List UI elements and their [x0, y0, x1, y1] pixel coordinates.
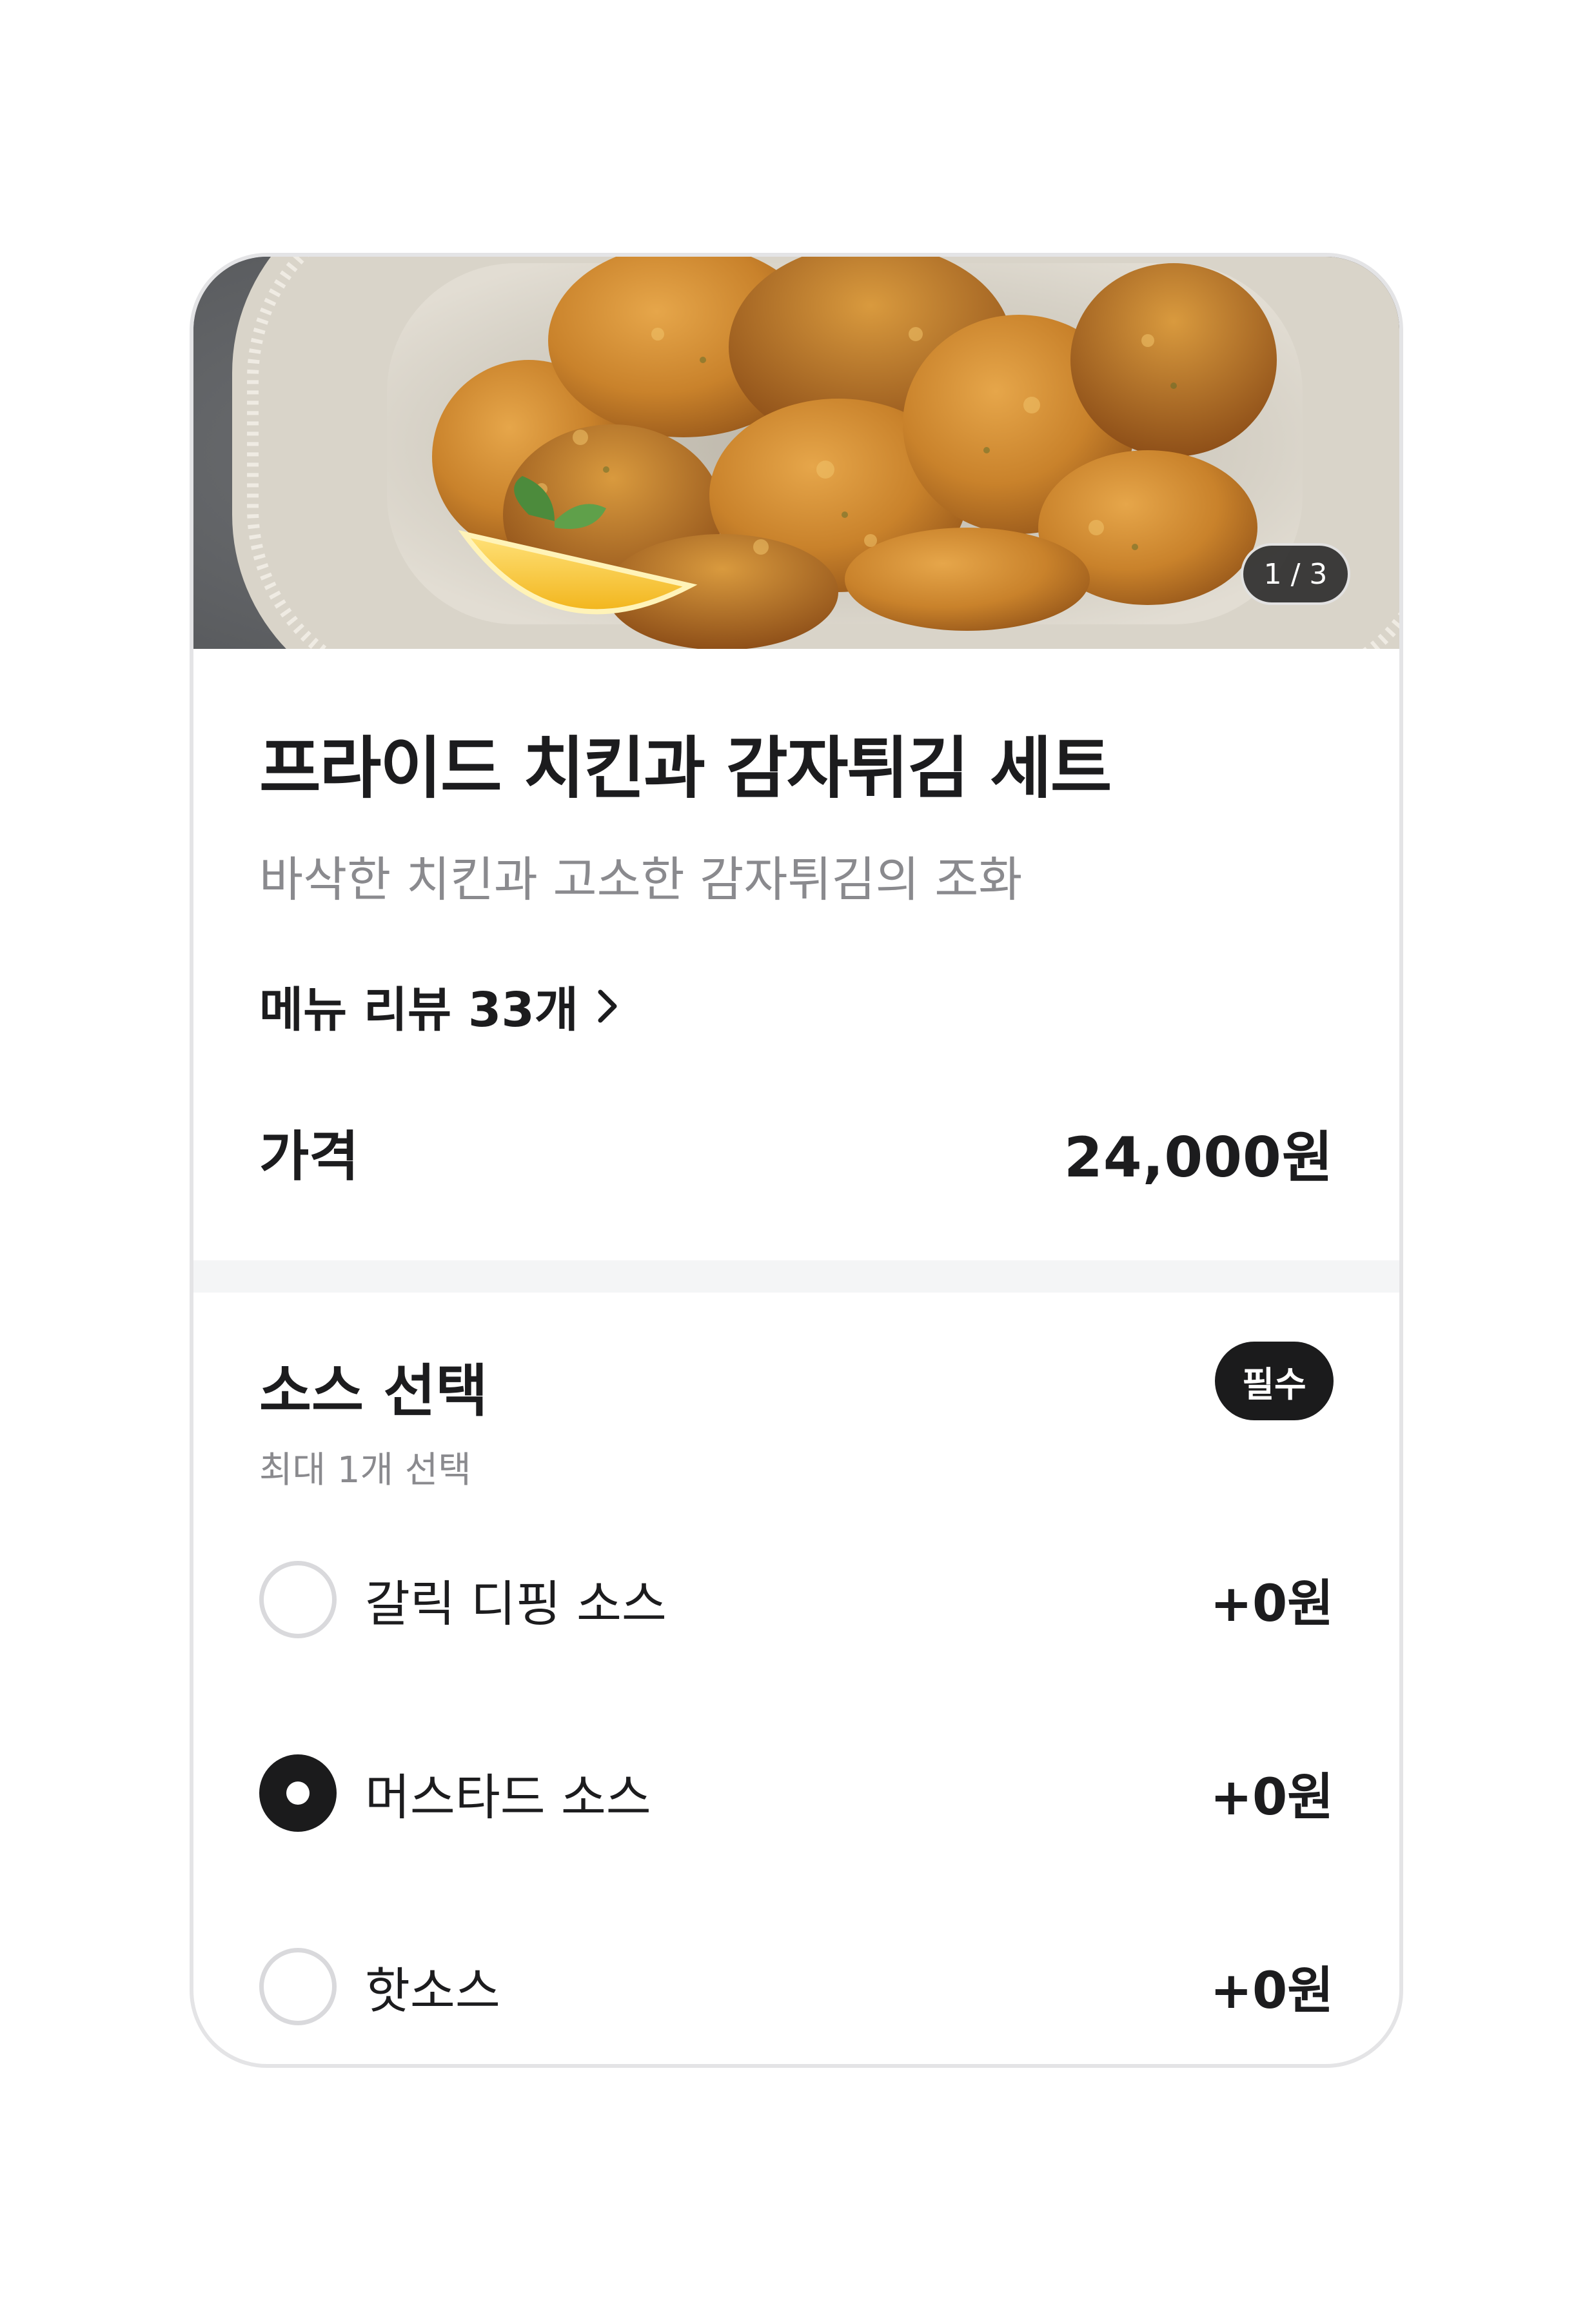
price-row: 가격 24,000원: [259, 1113, 1334, 1191]
price-label: 가격: [259, 1124, 359, 1188]
menu-title: 프라이드 치킨과 감자튀김 세트: [259, 729, 1112, 808]
radio-button-selected[interactable]: [259, 1754, 337, 1832]
price-value: 24,000원: [1064, 1125, 1334, 1190]
option-name: 머스타드 소스: [365, 1769, 651, 1826]
fried-chicken-photo: [193, 257, 1399, 649]
menu-description: 바삭한 치킨과 고소한 감자튀김의 조화: [259, 852, 1023, 908]
option-price: +0원: [1210, 1575, 1334, 1633]
menu-detail-card: 1 / 3 프라이드 치킨과 감자튀김 세트 바삭한 치킨과 고소한 감자튀김의…: [190, 253, 1403, 2068]
radio-button[interactable]: [259, 1948, 337, 2025]
option-row-hot-sauce[interactable]: 핫소스 +0원: [259, 1941, 1334, 2032]
option-group-subtitle: 최대 1개 선택: [259, 1449, 471, 1491]
option-name: 갈릭 디핑 소스: [365, 1575, 667, 1632]
option-group-title: 소스 선택: [259, 1358, 488, 1424]
menu-review-link[interactable]: 메뉴 리뷰 33개: [259, 971, 622, 1040]
chevron-right-icon: [598, 989, 617, 1022]
menu-image-carousel[interactable]: 1 / 3: [193, 257, 1399, 649]
option-row-garlic-dipping-sauce[interactable]: 갈릭 디핑 소스 +0원: [259, 1554, 1334, 1645]
option-price: +0원: [1210, 1962, 1334, 2020]
radio-button[interactable]: [259, 1561, 337, 1638]
option-name: 핫소스: [365, 1962, 500, 2019]
required-badge: 필수: [1215, 1342, 1334, 1420]
section-divider: [193, 1260, 1399, 1293]
review-link-label: 메뉴 리뷰 33개: [259, 982, 578, 1038]
option-row-mustard-sauce[interactable]: 머스타드 소스 +0원: [259, 1748, 1334, 1838]
option-price: +0원: [1210, 1769, 1334, 1827]
image-page-indicator: 1 / 3: [1241, 543, 1350, 605]
